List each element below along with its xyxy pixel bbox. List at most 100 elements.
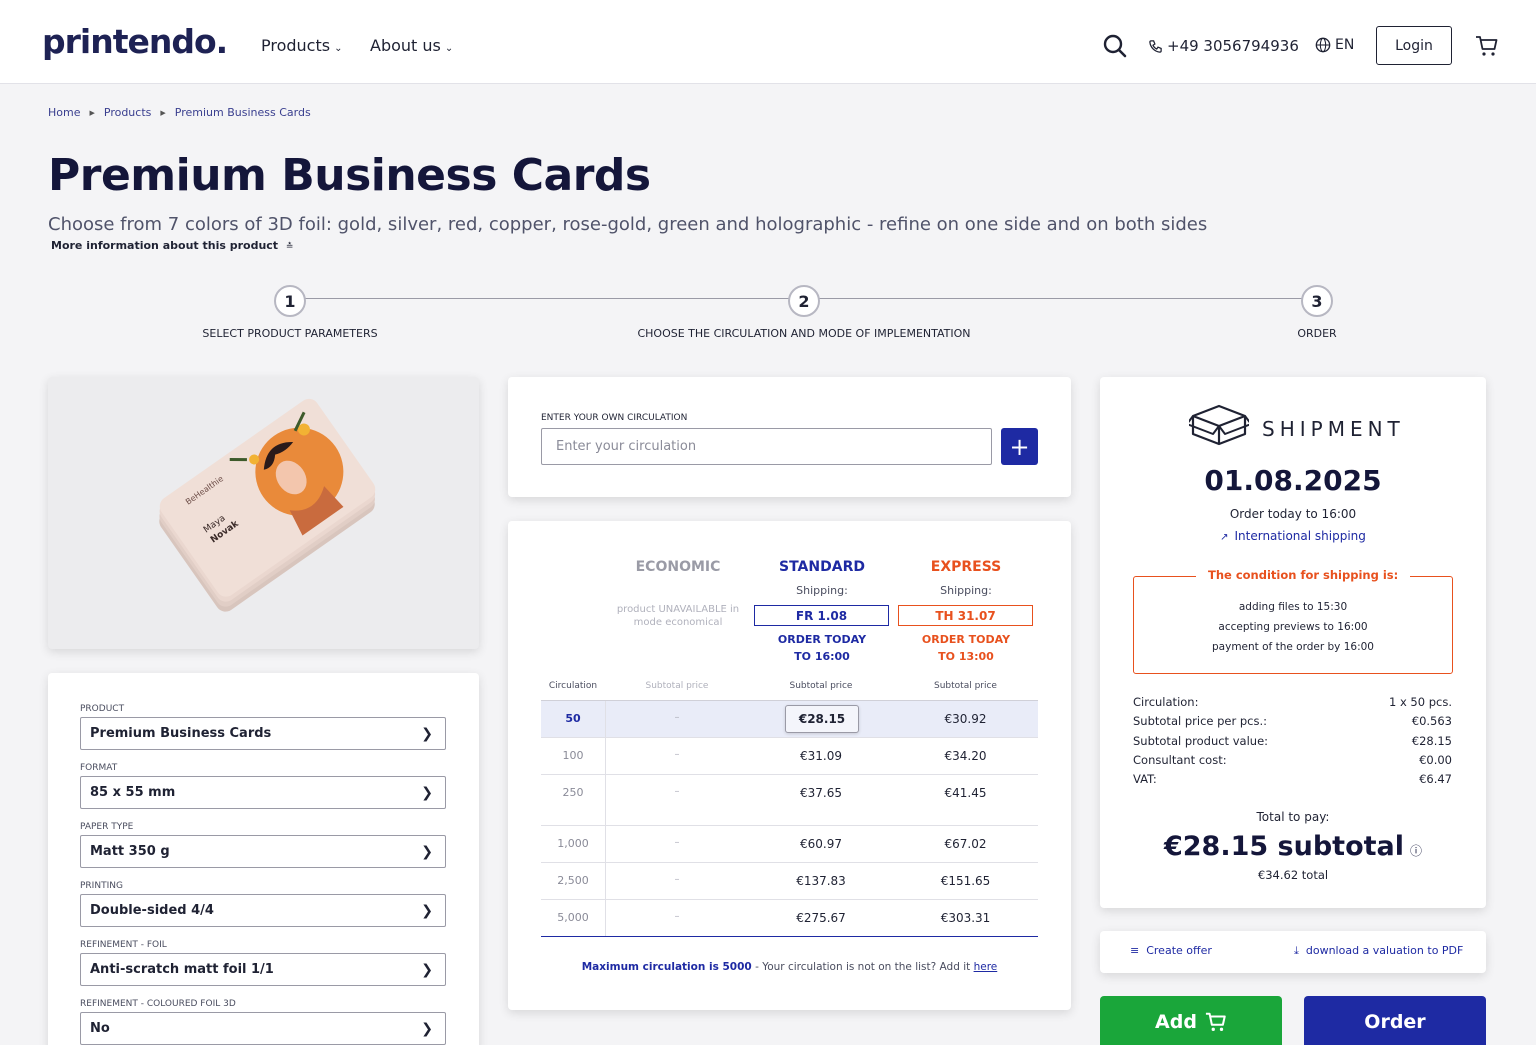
more-info-toggle[interactable]: More information about this product ≛ — [51, 239, 293, 252]
th-circulation: Circulation — [548, 681, 598, 691]
breadcrumb-current: Premium Business Cards — [174, 106, 311, 119]
row-circulation: 1,000 — [557, 837, 589, 850]
total-subtotal-value: €28.15 subtotal — [1163, 831, 1405, 862]
logo[interactable]: printendo. — [42, 22, 228, 61]
summary-value: 1 x 50 pcs. — [1389, 695, 1452, 709]
product-select[interactable]: Premium Business Cards ❯ — [80, 717, 446, 750]
footer-text: - Your circulation is not on the list? A… — [751, 961, 974, 973]
row-economic-price: – — [674, 712, 680, 723]
step-1-label: SELECT PRODUCT PARAMETERS — [202, 327, 378, 340]
add-circulation-button[interactable]: + — [1001, 428, 1038, 465]
download-pdf-label: download a valuation to PDF — [1305, 944, 1464, 957]
search-icon[interactable] — [1103, 34, 1127, 58]
coloured-foil-select[interactable]: No ❯ — [80, 1012, 446, 1045]
order-button[interactable]: Order — [1304, 996, 1486, 1045]
table-row[interactable]: 50 – €28.15 €30.92 — [541, 701, 1038, 738]
row-standard-price[interactable]: €275.67 — [749, 911, 893, 925]
caret-right-icon: ▶ — [160, 108, 166, 117]
offer-actions-card: ≡ Create offer ⤓ download a valuation to P… — [1100, 931, 1486, 973]
th-express-price: Subtotal price — [934, 681, 997, 691]
foil-select[interactable]: Anti-scratch matt foil 1/1 ❯ — [80, 953, 446, 986]
international-shipping-link[interactable]: ↗ International shipping — [1100, 529, 1486, 543]
nav-products[interactable]: Products ⌄ — [261, 36, 342, 55]
nav-about-us[interactable]: About us ⌄ — [370, 36, 453, 55]
row-standard-price-selected[interactable]: €28.15 — [785, 705, 859, 733]
row-express-price[interactable]: €151.65 — [893, 874, 1038, 888]
table-row[interactable]: 2,500 – €137.83 €151.65 — [541, 863, 1038, 900]
express-shipping-label: Shipping: — [940, 584, 992, 597]
price-table-card: ECONOMIC STANDARD EXPRESS Shipping: Ship… — [508, 521, 1071, 1010]
product-image: BeHealthie Maya Novak — [159, 398, 376, 612]
summary-key: Subtotal product value: — [1133, 734, 1269, 748]
language-switcher[interactable]: EN — [1315, 37, 1354, 53]
summary-vat: VAT: €6.47 — [1133, 772, 1452, 786]
row-standard-price[interactable]: €60.97 — [749, 837, 893, 851]
row-circulation: 100 — [562, 749, 584, 762]
phone-icon — [1149, 39, 1162, 53]
format-select-value: 85 x 55 mm — [90, 785, 176, 800]
row-standard-price[interactable]: €137.83 — [749, 874, 893, 888]
row-express-price[interactable]: €41.45 — [893, 786, 1038, 800]
param-3d-foil-label: REFINEMENT - COLOURED FOIL 3D — [80, 999, 236, 1009]
summary-key: Circulation: — [1133, 695, 1199, 709]
step-1-circle: 1 — [274, 285, 306, 317]
info-icon[interactable]: ⓘ — [1410, 844, 1422, 858]
page-title: Premium Business Cards — [48, 150, 651, 201]
nav-products-label: Products — [261, 36, 331, 55]
total-with-vat: €34.62 total — [1257, 868, 1329, 882]
condition-previews: accepting previews to 16:00 — [1218, 621, 1368, 633]
row-express-price[interactable]: €34.20 — [893, 749, 1038, 763]
summary-product-value: Subtotal product value: €28.15 — [1133, 734, 1452, 748]
download-pdf-link[interactable]: ⤓ download a valuation to PDF — [1294, 944, 1463, 958]
language-label: EN — [1335, 37, 1355, 53]
login-button[interactable]: Login — [1376, 26, 1452, 65]
phone-number: +49 3056794936 — [1167, 37, 1299, 55]
summary-value: €6.47 — [1419, 772, 1452, 786]
breadcrumb-home[interactable]: Home — [48, 106, 80, 119]
express-order-today: ORDER TODAY TO 13:00 — [921, 633, 1011, 663]
add-circulation-link[interactable]: here — [974, 961, 998, 973]
table-row[interactable]: 1,000 – €60.97 €67.02 — [541, 826, 1038, 863]
summary-price-per-pcs: Subtotal price per pcs.: €0.563 — [1133, 714, 1452, 728]
shipment-card: SHIPMENT 01.08.2025 Order today to 16:00… — [1100, 377, 1486, 908]
th-standard-price: Subtotal price — [789, 681, 853, 691]
product-image-card: BeHealthie Maya Novak — [48, 377, 479, 649]
coloured-foil-value: No — [90, 1021, 110, 1036]
cart-icon[interactable] — [1475, 34, 1499, 58]
circulation-input[interactable]: Enter your circulation — [541, 428, 992, 465]
breadcrumb-products[interactable]: Products — [104, 106, 152, 119]
printing-select[interactable]: Double-sided 4/4 ❯ — [80, 894, 446, 927]
plus-icon: + — [1009, 432, 1030, 461]
create-offer-link[interactable]: ≡ Create offer — [1130, 944, 1212, 957]
param-format-label: FORMAT — [80, 763, 118, 773]
standard-shipping-date[interactable]: FR 1.08 — [754, 605, 889, 626]
row-standard-price[interactable]: €31.09 — [749, 749, 893, 763]
package-box-icon — [1189, 404, 1249, 446]
add-label: Add — [1155, 1011, 1197, 1033]
chevron-right-icon: ❯ — [421, 785, 433, 801]
row-express-price[interactable]: €303.31 — [893, 911, 1038, 925]
th-economic-price: Subtotal price — [645, 681, 709, 691]
circulation-label: ENTER YOUR OWN CIRCULATION — [541, 413, 688, 423]
table-row[interactable]: 100 – €31.09 €34.20 — [541, 738, 1038, 775]
site-header: printendo. Products ⌄ About us ⌄ +49 30567… — [0, 0, 1536, 84]
shipment-date: 01.08.2025 — [1204, 464, 1382, 497]
table-row[interactable]: 5,000 – €275.67 €303.31 — [541, 900, 1038, 937]
format-select[interactable]: 85 x 55 mm ❯ — [80, 776, 446, 809]
economic-title: ECONOMIC — [635, 559, 721, 575]
standard-order-today: ORDER TODAY TO 16:00 — [777, 633, 867, 663]
page-subtitle: Choose from 7 colors of 3D foil: gold, s… — [48, 214, 1208, 235]
row-express-price[interactable]: €30.92 — [893, 712, 1038, 726]
add-to-cart-button[interactable]: Add — [1100, 996, 1282, 1045]
row-standard-price[interactable]: €37.65 — [749, 786, 893, 800]
row-express-price[interactable]: €67.02 — [893, 837, 1038, 851]
param-printing-label: PRINTING — [80, 881, 123, 891]
summary-consultant-cost: Consultant cost: €0.00 — [1133, 753, 1452, 767]
phone-link[interactable]: +49 3056794936 — [1148, 37, 1299, 55]
cart-icon — [1205, 1012, 1226, 1031]
step-3-label: ORDER — [1297, 327, 1337, 340]
express-shipping-date[interactable]: TH 31.07 — [898, 605, 1033, 626]
paper-type-select[interactable]: Matt 350 g ❯ — [80, 835, 446, 868]
paper-type-value: Matt 350 g — [90, 844, 170, 859]
table-row[interactable]: 250 – €37.65 €41.45 — [541, 775, 1038, 826]
